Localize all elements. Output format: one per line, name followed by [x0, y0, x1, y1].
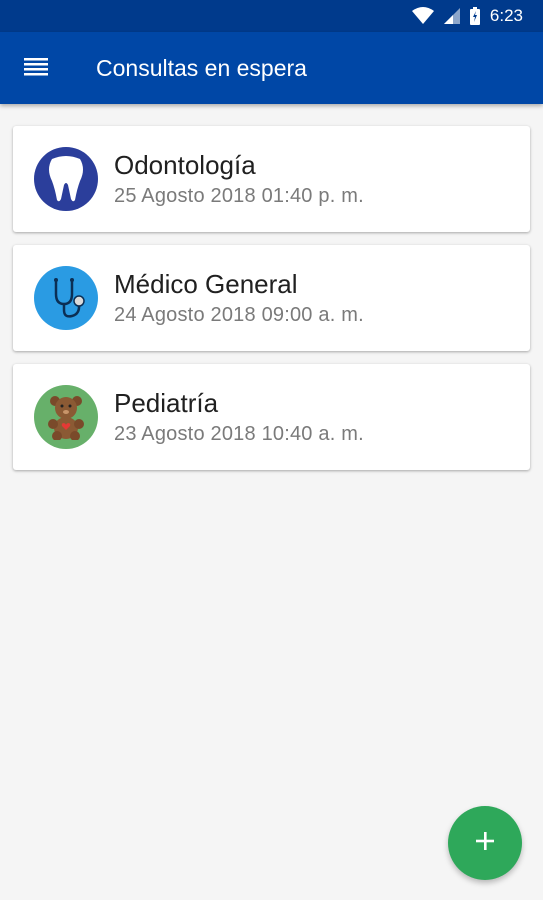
- appointment-specialty: Pediatría: [114, 388, 219, 418]
- signal-icon: [443, 8, 460, 24]
- appointment-specialty: Médico General: [114, 269, 298, 299]
- plus-icon: [474, 830, 496, 857]
- page-title: Consultas en espera: [96, 54, 307, 81]
- status-bar: 6:23: [0, 0, 543, 32]
- appointment-list: Odontología 25 Agosto 2018 01:40 p. m. M…: [13, 126, 530, 483]
- appointment-card[interactable]: Odontología 25 Agosto 2018 01:40 p. m.: [13, 126, 530, 232]
- battery-icon: [469, 7, 480, 25]
- clock: 6:23: [489, 6, 523, 25]
- appointment-date: 23 Agosto 2018 10:40 a. m.: [114, 423, 364, 445]
- appointment-specialty: Odontología: [114, 150, 256, 180]
- add-appointment-button[interactable]: [448, 806, 522, 880]
- menu-button[interactable]: [0, 32, 72, 104]
- tooth-icon: [34, 147, 98, 211]
- appointment-card[interactable]: Médico General 24 Agosto 2018 09:00 a. m…: [13, 245, 530, 351]
- appointment-date: 24 Agosto 2018 09:00 a. m.: [114, 304, 364, 326]
- appointment-card[interactable]: Pediatría 23 Agosto 2018 10:40 a. m.: [13, 364, 530, 470]
- wifi-icon: [411, 7, 434, 25]
- teddy-bear-icon: [34, 385, 98, 449]
- app-bar: Consultas en espera: [0, 32, 543, 104]
- hamburger-icon: [24, 56, 48, 81]
- appointment-date: 25 Agosto 2018 01:40 p. m.: [114, 185, 364, 207]
- stethoscope-icon: [34, 266, 98, 330]
